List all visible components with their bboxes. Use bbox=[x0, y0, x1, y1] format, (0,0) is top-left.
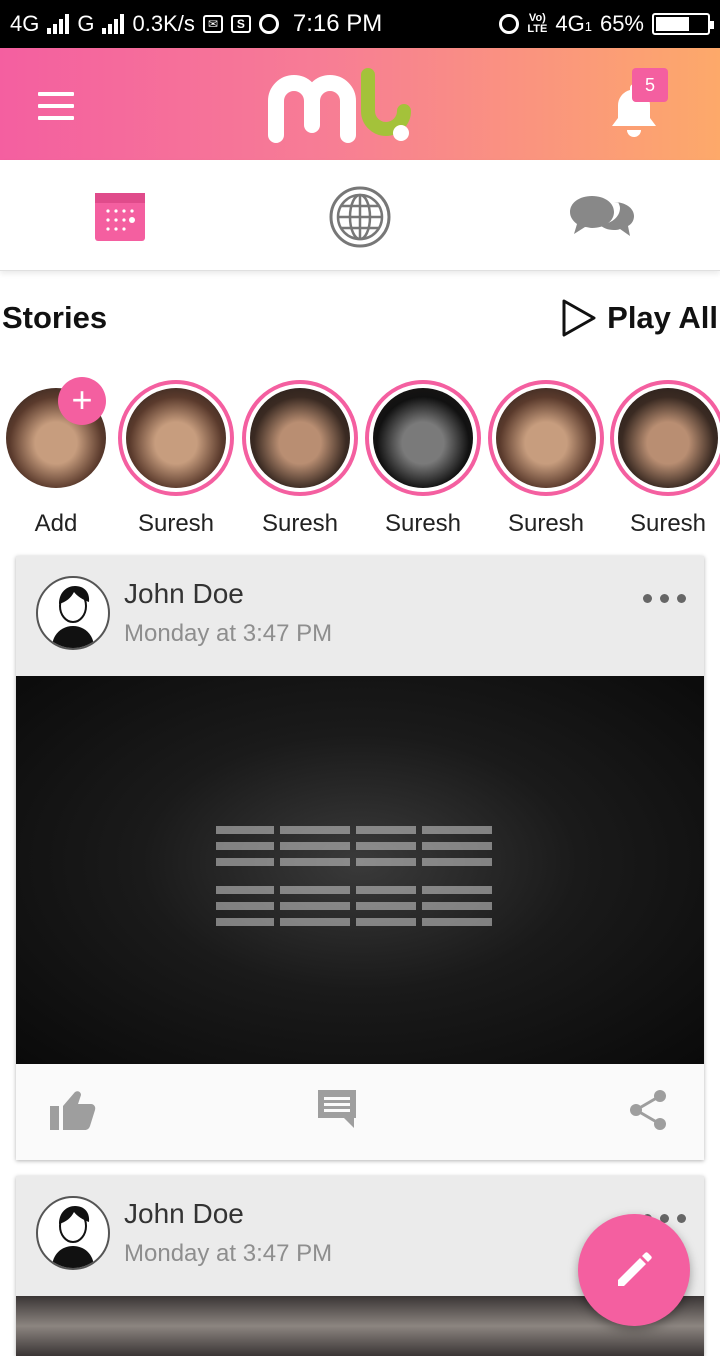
play-all-button[interactable]: Play All bbox=[561, 298, 718, 338]
battery-icon bbox=[652, 13, 714, 35]
story-label: Suresh bbox=[261, 510, 339, 537]
story-item[interactable]: Suresh bbox=[486, 380, 606, 538]
like-icon[interactable] bbox=[48, 1088, 96, 1132]
signal-icon-2 bbox=[102, 14, 125, 34]
alarm-icon bbox=[499, 14, 520, 34]
post-timestamp: Monday at 3:47 PM bbox=[124, 620, 333, 647]
story-label: Suresh bbox=[629, 510, 707, 537]
play-icon bbox=[562, 299, 596, 337]
network-type: 4G bbox=[10, 11, 40, 36]
post-image-art bbox=[216, 826, 492, 926]
compose-button[interactable] bbox=[578, 1214, 690, 1326]
author-avatar[interactable] bbox=[36, 576, 110, 650]
more-options-icon[interactable] bbox=[643, 594, 686, 603]
share-icon[interactable] bbox=[628, 1088, 668, 1132]
story-label: Suresh bbox=[507, 510, 585, 537]
app-bar: 5 bbox=[0, 48, 720, 160]
comment-icon[interactable] bbox=[316, 1088, 358, 1130]
story-ring bbox=[118, 380, 234, 496]
s-app-icon: S bbox=[230, 15, 251, 33]
author-avatar[interactable] bbox=[36, 1196, 110, 1270]
story-item[interactable]: Suresh bbox=[116, 380, 236, 538]
story-ring bbox=[488, 380, 604, 496]
tab-bar bbox=[0, 160, 720, 271]
story-item[interactable]: Suresh bbox=[363, 380, 483, 538]
user-silhouette-icon bbox=[52, 1206, 94, 1268]
app-logo bbox=[268, 68, 411, 143]
post-actions bbox=[16, 1064, 704, 1160]
post-author[interactable]: John Doe bbox=[124, 578, 244, 610]
story-label: Suresh bbox=[137, 510, 215, 537]
tab-calendar[interactable] bbox=[88, 185, 152, 249]
story-item[interactable]: Suresh bbox=[240, 380, 360, 538]
story-avatar bbox=[373, 388, 473, 488]
post-author[interactable]: John Doe bbox=[124, 1198, 244, 1230]
volte-icon: Vo) LTE bbox=[527, 12, 548, 35]
clock: 7:16 PM bbox=[292, 10, 383, 37]
tab-globe[interactable] bbox=[328, 185, 392, 249]
story-avatar bbox=[618, 388, 718, 488]
mail-icon: ✉ bbox=[202, 15, 223, 33]
story-label: Add bbox=[34, 510, 78, 537]
post-timestamp: Monday at 3:47 PM bbox=[124, 1240, 333, 1267]
network-speed: 0.3K/s bbox=[132, 11, 195, 36]
calendar-icon bbox=[95, 193, 145, 241]
post-image[interactable] bbox=[16, 676, 704, 1064]
story-ring bbox=[365, 380, 481, 496]
stories-title: Stories bbox=[2, 300, 108, 335]
chat-icon bbox=[570, 196, 634, 236]
story-ring bbox=[242, 380, 358, 496]
play-all-label: Play All bbox=[607, 300, 718, 335]
story-label: Suresh bbox=[384, 510, 462, 537]
globe-icon bbox=[329, 186, 391, 248]
chrome-icon bbox=[258, 14, 279, 34]
story-add[interactable]: + Add bbox=[0, 377, 116, 538]
network-type-2: G bbox=[77, 11, 95, 36]
story-item[interactable]: Suresh bbox=[608, 380, 720, 538]
status-bar: 4G G 0.3K/s ✉ S 7:16 PM Vo) LTE 4G1 65% bbox=[0, 0, 720, 48]
signal-icon bbox=[47, 14, 70, 34]
story-avatar bbox=[126, 388, 226, 488]
story-avatar bbox=[496, 388, 596, 488]
add-story-plus-icon[interactable]: + bbox=[58, 377, 106, 425]
notification-badge: 5 bbox=[632, 68, 668, 102]
tab-chat[interactable] bbox=[568, 185, 638, 249]
battery-percent: 65% bbox=[599, 11, 644, 36]
network-type-3: 4G1 bbox=[555, 11, 592, 36]
pencil-icon bbox=[618, 1252, 652, 1286]
post-card: John Doe Monday at 3:47 PM bbox=[16, 556, 704, 1160]
post-header: John Doe Monday at 3:47 PM bbox=[16, 556, 704, 676]
story-ring bbox=[610, 380, 720, 496]
user-silhouette-icon bbox=[52, 586, 94, 648]
menu-icon[interactable] bbox=[38, 92, 74, 120]
story-avatar bbox=[250, 388, 350, 488]
